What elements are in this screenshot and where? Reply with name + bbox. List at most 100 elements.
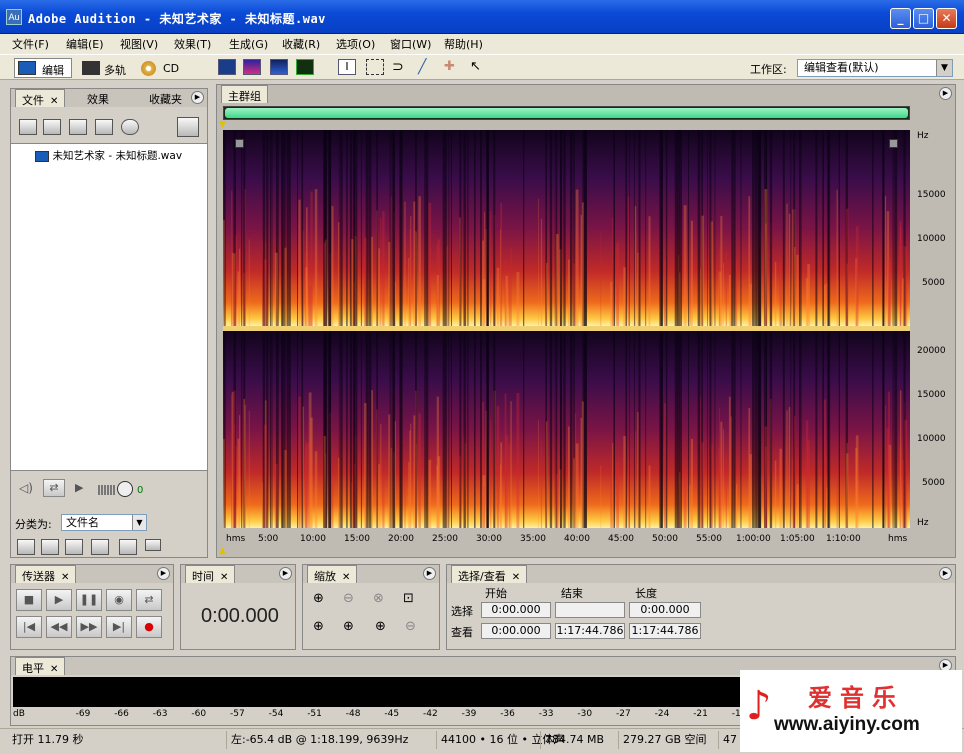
play-icon[interactable]: ▶ <box>75 481 83 494</box>
workspace-select[interactable]: 编辑查看(默认) ▼ <box>797 59 953 77</box>
play-button[interactable]: ▶ <box>46 589 72 611</box>
spectro-streak <box>581 401 584 528</box>
hand-icon[interactable]: ↖ <box>470 59 488 75</box>
time-select-icon[interactable]: I <box>338 59 356 75</box>
playhead-marker-icon[interactable]: ▲ <box>219 546 226 556</box>
sort-select[interactable]: 文件名 ▼ <box>61 514 147 531</box>
cd-icon <box>141 61 156 76</box>
menu-file[interactable]: 文件(F) <box>12 36 49 52</box>
playhead-marker-icon[interactable]: ▼ <box>219 120 226 130</box>
cd-button[interactable]: CD <box>140 58 182 78</box>
spectro-streak <box>392 130 396 326</box>
pan-view-icon[interactable] <box>270 59 288 75</box>
menu-edit[interactable]: 编辑(E) <box>66 36 104 52</box>
zoom-right-edge-icon[interactable]: ⊕ <box>343 619 354 634</box>
view-options-icon[interactable] <box>177 117 199 137</box>
tab-selection-view[interactable]: 选择/查看 ✕ <box>451 565 528 583</box>
zoom-corner-icon[interactable] <box>235 139 244 148</box>
zoom-selection-icon[interactable]: ⊡ <box>403 591 414 606</box>
healing-icon[interactable]: ✚ <box>444 59 462 75</box>
spectro-streak <box>297 331 298 528</box>
view-end-field[interactable]: 1:17:44.786 <box>555 623 625 639</box>
spectro-streak <box>826 487 828 528</box>
overview-bar[interactable] <box>223 106 910 120</box>
maximize-button[interactable]: □ <box>913 8 934 29</box>
show-midi-icon[interactable] <box>91 539 109 555</box>
go-to-start-button[interactable]: |◀ <box>16 616 42 638</box>
close-file-icon[interactable] <box>43 119 61 135</box>
go-to-end-button[interactable]: ▶| <box>106 616 132 638</box>
zoom-out-vertical-icon[interactable]: ⊖ <box>405 619 416 634</box>
tab-main-group[interactable]: 主群组 <box>221 85 268 103</box>
panel-menu-icon[interactable]: ▶ <box>157 567 170 580</box>
tab-time[interactable]: 时间 ✕ <box>185 565 236 583</box>
tab-files[interactable]: 文件 ✕ <box>15 89 66 107</box>
filter-icon[interactable] <box>119 539 137 555</box>
insert-multitrack-icon[interactable] <box>69 119 87 135</box>
rewind-button[interactable]: ◀◀ <box>46 616 72 638</box>
spectral-view-icon[interactable] <box>243 59 261 75</box>
panel-menu-icon[interactable]: ▶ <box>279 567 292 580</box>
menu-generate[interactable]: 生成(G) <box>229 36 268 52</box>
panel-menu-icon[interactable]: ▶ <box>191 91 204 104</box>
menu-options[interactable]: 选项(O) <box>336 36 375 52</box>
cd-track-icon[interactable] <box>145 539 161 551</box>
tab-effects[interactable]: 效果 <box>81 89 115 107</box>
record-button[interactable]: ● <box>136 616 162 638</box>
panel-menu-icon[interactable]: ▶ <box>423 567 436 580</box>
view-length-field[interactable]: 1:17:44.786 <box>629 623 701 639</box>
zoom-in-vertical-icon[interactable]: ⊕ <box>375 619 386 634</box>
zoom-left-edge-icon[interactable]: ⊕ <box>313 619 324 634</box>
close-button[interactable]: ✕ <box>936 8 957 29</box>
list-item[interactable]: 未知艺术家 - 未知标题.wav <box>35 148 182 162</box>
speaker-icon[interactable]: ◁) <box>19 481 33 495</box>
menu-favorites[interactable]: 收藏(R) <box>282 36 320 52</box>
loop-toggle[interactable]: ⇄ <box>43 479 65 497</box>
menu-effects[interactable]: 效果(T) <box>174 36 211 52</box>
view-start-field[interactable]: 0:00.000 <box>481 623 551 639</box>
play-preview-icon[interactable] <box>121 119 139 135</box>
zoom-corner-icon[interactable] <box>889 139 898 148</box>
selection-length-field[interactable]: 0:00.000 <box>629 602 701 618</box>
show-video-icon[interactable] <box>65 539 83 555</box>
menu-help[interactable]: 帮助(H) <box>444 36 483 52</box>
menu-view[interactable]: 视图(V) <box>120 36 158 52</box>
multitrack-button[interactable]: 多轨 <box>78 58 136 78</box>
pause-button[interactable]: ❚❚ <box>76 589 102 611</box>
overview-range[interactable] <box>225 108 908 118</box>
tab-level[interactable]: 电平 ✕ <box>15 657 66 675</box>
spectro-streak <box>233 424 235 528</box>
minimize-button[interactable]: _ <box>890 8 911 29</box>
brush-icon[interactable]: ╱ <box>418 59 436 75</box>
selection-end-field[interactable] <box>555 602 625 618</box>
edit-view-button[interactable]: 编辑 <box>14 58 72 78</box>
show-audio-icon[interactable] <box>17 539 35 555</box>
spectro-streak <box>674 331 678 528</box>
panel-menu-icon[interactable]: ▶ <box>939 567 952 580</box>
spectro-streak <box>446 245 449 326</box>
import-file-icon[interactable] <box>19 119 37 135</box>
lasso-icon[interactable]: ⊃ <box>392 59 410 75</box>
panel-menu-icon[interactable]: ▶ <box>939 87 952 100</box>
show-loop-icon[interactable] <box>41 539 59 555</box>
spectro-streak <box>836 189 838 326</box>
menu-window[interactable]: 窗口(W) <box>390 36 431 52</box>
spectro-streak <box>764 426 768 528</box>
phase-view-icon[interactable] <box>296 59 314 75</box>
volume-knob[interactable] <box>117 481 133 497</box>
play-to-end-button[interactable]: ◉ <box>106 589 132 611</box>
tab-zoom[interactable]: 缩放 ✕ <box>307 565 358 583</box>
spectral-display[interactable] <box>223 130 910 528</box>
zoom-out-horizontal-icon[interactable]: ⊖ <box>343 591 354 606</box>
tab-favorites[interactable]: 收藏夹 <box>143 89 187 107</box>
stop-button[interactable]: ■ <box>16 589 42 611</box>
selection-start-field[interactable]: 0:00.000 <box>481 602 551 618</box>
tab-transport[interactable]: 传送器 ✕ <box>15 565 77 583</box>
fast-forward-button[interactable]: ▶▶ <box>76 616 102 638</box>
zoom-out-full-icon[interactable]: ⊗ <box>373 591 384 606</box>
waveform-view-icon[interactable] <box>218 59 236 75</box>
insert-cd-icon[interactable] <box>95 119 113 135</box>
marquee-icon[interactable] <box>366 59 384 75</box>
loop-play-button[interactable]: ⇄ <box>136 589 162 611</box>
zoom-in-horizontal-icon[interactable]: ⊕ <box>313 591 324 606</box>
